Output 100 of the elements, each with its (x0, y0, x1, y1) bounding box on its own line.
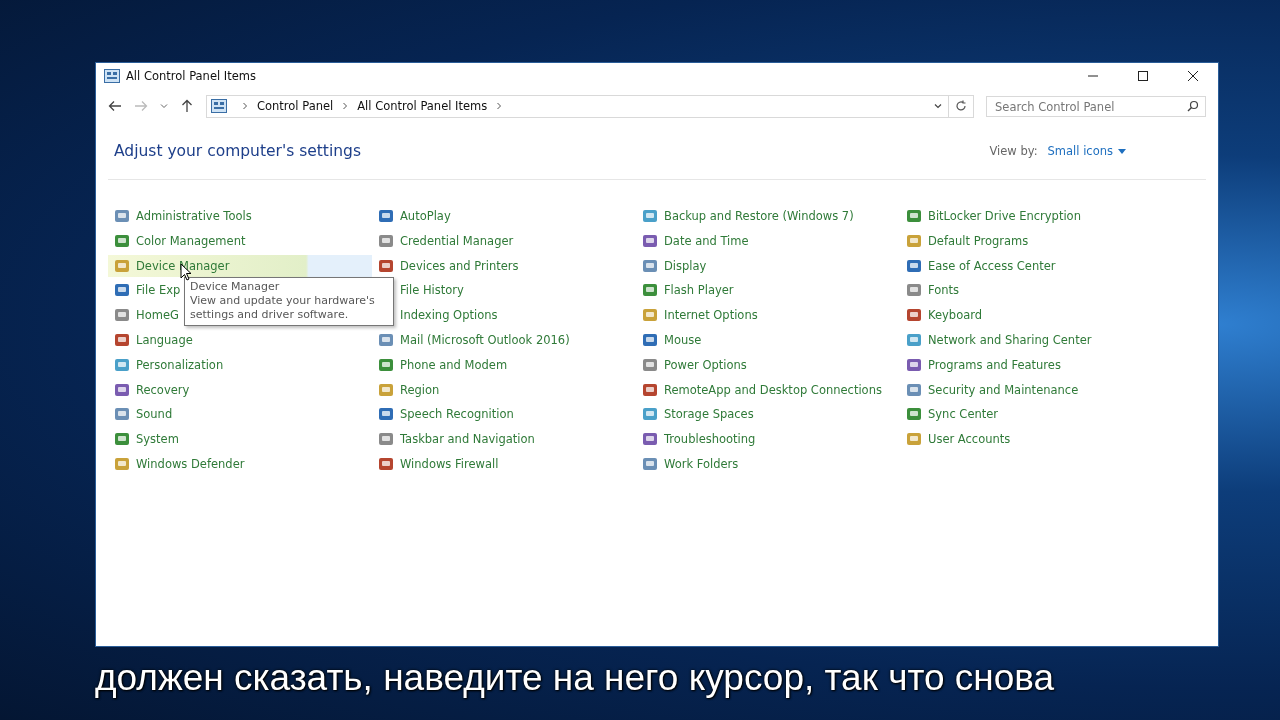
control-panel-item[interactable]: Backup and Restore (Windows 7) (636, 205, 858, 227)
applet-icon (642, 431, 658, 448)
applet-icon (906, 208, 922, 224)
control-panel-item[interactable]: Speech Recognition (372, 403, 518, 426)
applet-icon (378, 356, 394, 373)
applet-icon (642, 332, 658, 348)
control-panel-item[interactable]: Administrative Tools (108, 205, 256, 227)
applet-icon (906, 282, 922, 299)
control-panel-item[interactable]: Fonts (900, 279, 964, 302)
applet-icon (114, 257, 130, 274)
applet-icon (378, 332, 394, 348)
control-panel-item[interactable]: Mouse (636, 329, 706, 351)
applet-icon (906, 356, 922, 373)
applet-icon (642, 356, 658, 373)
control-panel-item[interactable]: Language (108, 329, 197, 351)
applet-icon (642, 232, 658, 249)
applet-icon (378, 431, 394, 448)
control-panel-item[interactable]: Region (372, 378, 444, 401)
control-panel-item[interactable]: Ease of Access Center (900, 254, 1060, 277)
control-panel-item[interactable]: RemoteApp and Desktop Connections (636, 378, 886, 401)
control-panel-item[interactable]: Phone and Modem (372, 353, 512, 376)
search-field[interactable]: Search Control Panel (986, 96, 1206, 117)
view-by-dropdown[interactable]: Small icons (1047, 144, 1126, 158)
applet-icon (378, 381, 394, 398)
applet-icon (114, 406, 130, 423)
control-panel-item[interactable]: Taskbar and Navigation (372, 428, 539, 451)
control-panel-item[interactable]: Power Options (636, 353, 751, 376)
control-panel-item[interactable]: Sound (108, 403, 177, 426)
control-panel-item[interactable]: User Accounts (900, 428, 1015, 451)
refresh-icon[interactable] (955, 100, 967, 112)
control-panel-item[interactable]: System (108, 428, 183, 451)
page-heading: Adjust your computer's settings (114, 142, 361, 160)
control-panel-item[interactable]: Keyboard (900, 304, 987, 327)
breadcrumb[interactable]: Control Panel (257, 99, 334, 113)
address-bar[interactable]: Control Panel All Control Panel Items (206, 94, 974, 118)
control-panel-item[interactable]: Personalization (108, 353, 228, 376)
applet-icon (378, 208, 394, 224)
control-panel-item[interactable]: AutoPlay (372, 205, 455, 227)
control-panel-item[interactable]: Default Programs (900, 229, 1033, 252)
applet-icon (906, 257, 922, 274)
control-panel-item[interactable]: Display (636, 254, 711, 277)
control-panel-item[interactable]: Internet Options (636, 304, 762, 327)
applet-icon (906, 307, 922, 324)
chevron-down-icon[interactable] (934, 103, 942, 109)
control-panel-item[interactable]: Troubleshooting (636, 428, 760, 451)
applet-icon (378, 232, 394, 249)
applet-icon (642, 307, 658, 324)
control-panel-item[interactable]: BitLocker Drive Encryption (900, 205, 1085, 227)
applet-icon (642, 257, 658, 274)
control-panel-item[interactable]: Recovery (108, 378, 194, 401)
window-title: All Control Panel Items (126, 69, 256, 83)
control-panel-item[interactable]: Date and Time (636, 229, 753, 252)
control-panel-item[interactable]: Credential Manager (372, 229, 518, 252)
chevron-right-icon (242, 102, 248, 110)
applet-icon (642, 381, 658, 398)
control-panel-item[interactable]: Security and Maintenance (900, 378, 1083, 401)
control-panel-item[interactable]: File Exp (108, 279, 185, 302)
up-arrow-icon[interactable] (180, 99, 194, 113)
control-panel-icon (211, 99, 227, 113)
control-panel-item[interactable]: Device Manager (108, 254, 372, 277)
chevron-right-icon (496, 102, 503, 110)
applet-icon (114, 307, 130, 324)
applet-icon (642, 455, 658, 472)
applet-icon (642, 208, 658, 224)
applet-icon (378, 455, 394, 472)
applet-icon (906, 332, 922, 348)
applet-icon (114, 356, 130, 373)
control-panel-item[interactable]: Programs and Features (900, 353, 1065, 376)
subtitle-caption: должен сказать, наведите на него курсор, так что снова (95, 657, 1056, 699)
control-panel-item[interactable]: Windows Firewall (372, 452, 503, 475)
control-panel-item[interactable]: Mail (Microsoft Outlook 2016) (372, 329, 574, 351)
applet-icon (114, 455, 130, 472)
search-icon (1187, 99, 1199, 112)
applet-icon (114, 282, 130, 299)
applet-icon (114, 381, 130, 398)
control-panel-item[interactable]: Network and Sharing Center (900, 329, 1096, 351)
applet-icon (114, 431, 130, 448)
control-panel-item[interactable]: Sync Center (900, 403, 1003, 426)
control-panel-item[interactable]: Storage Spaces (636, 403, 758, 426)
applet-icon (906, 381, 922, 398)
tooltip-title: Device Manager (190, 279, 281, 294)
applet-icon (114, 232, 130, 249)
applet-icon (114, 208, 130, 224)
control-panel-item[interactable]: Windows Defender (108, 452, 249, 475)
applet-icon (642, 406, 658, 423)
control-panel-item[interactable]: Color Management (108, 229, 250, 252)
applet-icon (906, 431, 922, 448)
back-arrow-icon[interactable] (108, 99, 122, 113)
view-by-label: View by: (989, 144, 1038, 158)
applet-icon (114, 332, 130, 348)
control-panel-item[interactable]: Devices and Printers (372, 254, 523, 277)
applet-icon (378, 406, 394, 423)
control-panel-item[interactable]: Flash Player (636, 279, 738, 302)
control-panel-item[interactable]: HomeG (108, 304, 183, 327)
control-panel-icon (104, 69, 120, 83)
control-panel-item[interactable]: Work Folders (636, 452, 743, 475)
breadcrumb[interactable]: All Control Panel Items (357, 99, 488, 113)
applet-icon (906, 406, 922, 423)
chevron-right-icon (342, 102, 349, 110)
applet-icon (642, 282, 658, 299)
